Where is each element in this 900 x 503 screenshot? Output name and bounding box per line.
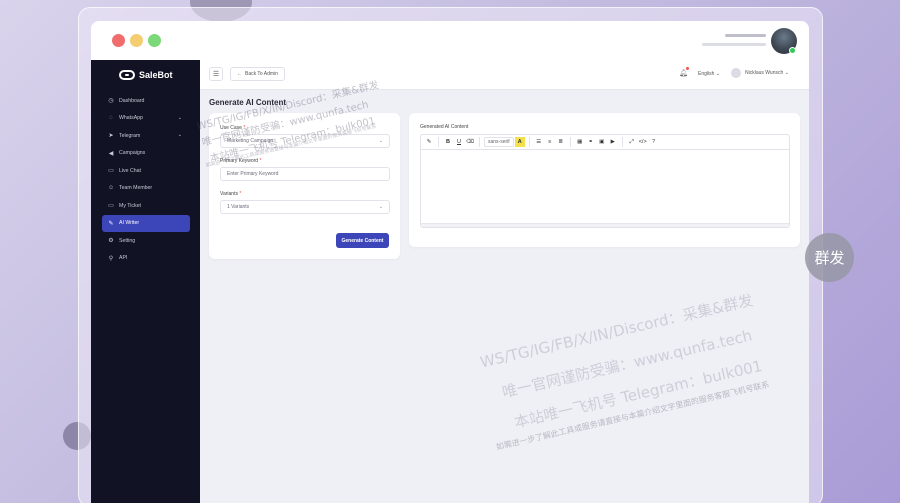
menu-toggle-button[interactable]: ☰ xyxy=(209,67,223,81)
sidebar-item-live-chat[interactable]: ▭ Live Chat xyxy=(102,162,190,180)
code-view-icon[interactable]: </> xyxy=(638,137,648,147)
logo-text: SaleBot xyxy=(139,70,173,80)
user-icon: ☺ xyxy=(107,185,115,192)
table-icon[interactable]: ▦ xyxy=(575,137,585,147)
sidebar-item-label: WhatsApp xyxy=(119,115,143,122)
magic-wand-icon[interactable]: ✎ xyxy=(424,137,434,147)
primary-keyword-input[interactable]: Enter Primary Keyword xyxy=(220,167,390,181)
bullet-list-icon[interactable]: ☰ xyxy=(534,137,544,147)
arrow-left-icon: ← xyxy=(237,71,242,77)
editor-resize-handle[interactable] xyxy=(421,223,789,227)
fullscreen-icon[interactable]: ⤢ xyxy=(627,137,637,147)
sidebar-item-ai-writer[interactable]: ✎ AI Writer xyxy=(102,214,190,232)
bold-icon[interactable]: B xyxy=(443,137,453,147)
back-to-admin-button[interactable]: ← Back To Admin xyxy=(230,67,285,81)
variants-select[interactable]: 1 Variants ⌄ xyxy=(220,200,390,214)
language-label: English xyxy=(698,71,715,77)
minimize-window-dot[interactable] xyxy=(130,34,143,47)
watermark-badge: 群发 xyxy=(805,233,854,282)
sidebar-item-team-member[interactable]: ☺ Team Member xyxy=(102,180,190,198)
pen-icon: ✎ xyxy=(108,220,114,227)
editor-content-area[interactable] xyxy=(421,151,789,223)
rich-text-editor: ✎ B U ⌫ sans-serif A ☰ ≡ ≣ ▦ ⚭ ▣ ▶ ⤢ </> xyxy=(420,134,790,228)
text-color-icon[interactable]: A xyxy=(514,137,525,147)
link-icon[interactable]: ⚭ xyxy=(586,137,596,147)
underline-icon[interactable]: U xyxy=(454,137,464,147)
bell-icon[interactable]: 🔔︎ xyxy=(679,69,688,77)
chevron-down-icon: ⌄ xyxy=(177,132,182,138)
sidebar-item-dashboard[interactable]: ◷ Dashboard xyxy=(102,92,190,110)
language-selector[interactable]: English ⌄ xyxy=(698,71,720,77)
user-avatar[interactable] xyxy=(731,68,741,78)
salebot-logo-icon xyxy=(119,70,135,80)
clear-format-icon[interactable]: ⌫ xyxy=(465,137,475,147)
help-icon[interactable]: ? xyxy=(649,137,659,147)
chevron-down-icon: ⌄ xyxy=(177,114,182,121)
video-icon[interactable]: ▶ xyxy=(608,137,618,147)
chevron-down-icon: ⌄ xyxy=(378,138,383,144)
hamburger-icon: ☰ xyxy=(212,71,220,78)
user-name: Nicklaus Wunsch xyxy=(745,70,784,76)
sidebar-item-label: Setting xyxy=(119,237,136,244)
link-icon: ⚲ xyxy=(108,255,114,262)
back-to-admin-label: Back To Admin xyxy=(245,71,278,77)
window-titlebar xyxy=(91,21,809,60)
whatsapp-icon: ◌ xyxy=(109,115,113,122)
close-window-dot[interactable] xyxy=(112,34,125,47)
titlebar-placeholder-line xyxy=(702,43,766,46)
variants-label: Variants * xyxy=(220,191,242,197)
chevron-down-icon: ⌄ xyxy=(378,204,383,210)
font-family-select[interactable]: sans-serif xyxy=(484,137,514,147)
sidebar-item-my-ticket[interactable]: ▭ My Ticket xyxy=(102,197,190,215)
generate-content-button[interactable]: Generate Content xyxy=(336,233,389,248)
sidebar-item-label: My Ticket xyxy=(119,202,141,209)
sidebar: SaleBot ◷ Dashboard ◌ WhatsApp ⌄ ➤ Telegram ⌄ ◀ C… xyxy=(91,60,200,503)
telegram-icon: ➤ xyxy=(108,133,114,140)
sidebar-item-telegram[interactable]: ➤ Telegram ⌄ xyxy=(102,127,190,145)
sidebar-item-whatsapp[interactable]: ◌ WhatsApp ⌄ xyxy=(102,110,190,128)
chevron-down-icon: ⌄ xyxy=(715,71,720,77)
megaphone-icon: ◀ xyxy=(108,150,114,157)
numbered-list-icon[interactable]: ≡ xyxy=(545,137,555,147)
editor-toolbar: ✎ B U ⌫ sans-serif A ☰ ≡ ≣ ▦ ⚭ ▣ ▶ ⤢ </> xyxy=(421,135,789,150)
primary-keyword-placeholder: Enter Primary Keyword xyxy=(227,171,279,177)
titlebar-placeholder-line xyxy=(725,34,766,37)
sidebar-item-label: AI Writer xyxy=(119,220,140,227)
maximize-window-dot[interactable] xyxy=(148,34,161,47)
align-icon[interactable]: ≣ xyxy=(556,137,566,147)
sidebar-item-api[interactable]: ⚲ API xyxy=(102,250,190,268)
notification-dot xyxy=(686,67,689,70)
top-header: ☰ ← Back To Admin 🔔︎ English ⌄ Nicklaus … xyxy=(200,60,809,90)
variants-value: 1 Variants xyxy=(227,204,250,210)
dashboard-icon: ◷ xyxy=(108,98,114,105)
gear-icon: ⚙ xyxy=(108,238,114,245)
user-menu[interactable]: Nicklaus Wunsch ⌄ xyxy=(745,70,789,76)
sidebar-item-setting[interactable]: ⚙ Setting xyxy=(102,232,190,250)
chevron-down-icon: ⌄ xyxy=(784,70,789,76)
image-icon[interactable]: ▣ xyxy=(597,137,607,147)
sidebar-item-label: Campaigns xyxy=(119,150,146,157)
online-status-dot xyxy=(789,47,796,54)
generated-content-card: Generated AI Content ✎ B U ⌫ sans-serif … xyxy=(409,113,800,247)
sidebar-item-label: Live Chat xyxy=(119,167,141,174)
sidebar-item-campaigns[interactable]: ◀ Campaigns xyxy=(102,145,190,163)
sidebar-item-label: Team Member xyxy=(119,185,153,192)
sidebar-item-label: API xyxy=(119,255,128,262)
sidebar-item-label: Telegram xyxy=(119,132,141,139)
sidebar-item-label: Dashboard xyxy=(119,97,145,104)
app-window: SaleBot ◷ Dashboard ◌ WhatsApp ⌄ ➤ Telegram ⌄ ◀ C… xyxy=(91,21,809,503)
generated-content-label: Generated AI Content xyxy=(420,124,469,130)
sidebar-nav: ◷ Dashboard ◌ WhatsApp ⌄ ➤ Telegram ⌄ ◀ Campaigns… xyxy=(102,92,190,267)
app-logo[interactable]: SaleBot xyxy=(119,68,173,82)
ticket-icon: ▭ xyxy=(108,203,114,210)
chat-icon: ▭ xyxy=(108,168,114,175)
